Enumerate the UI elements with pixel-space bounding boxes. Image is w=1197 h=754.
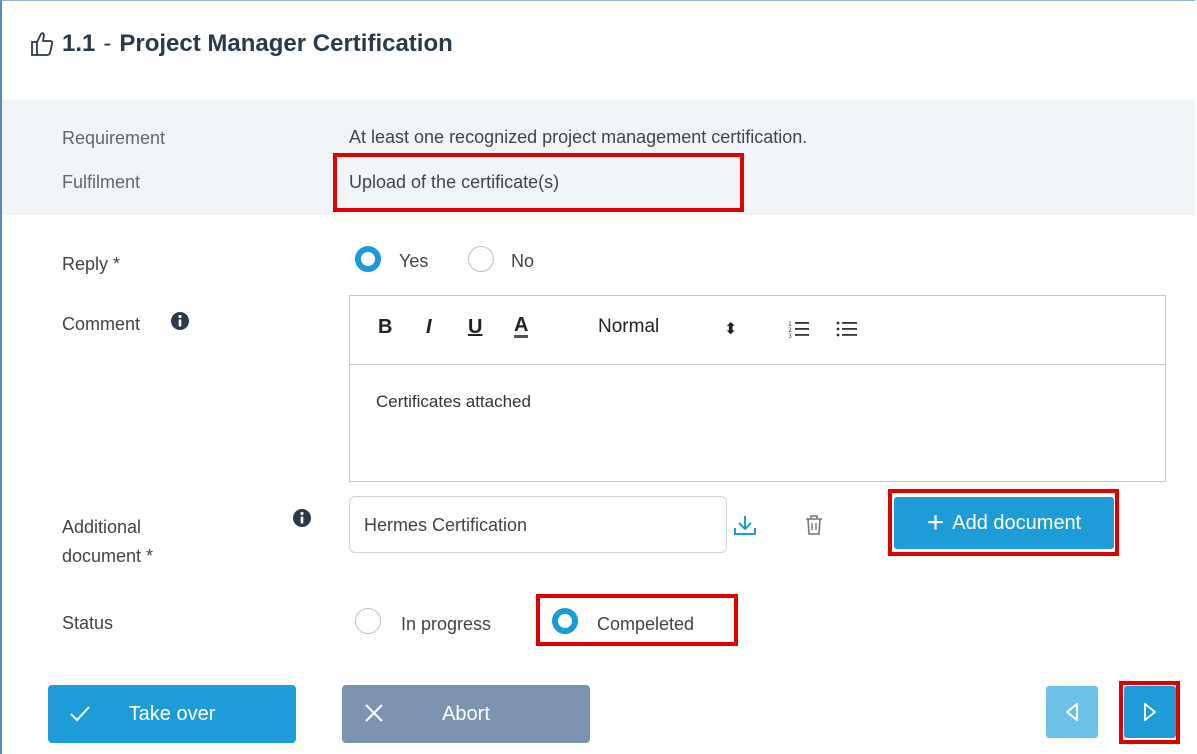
status-in-progress-radio[interactable] [355,608,381,634]
italic-button[interactable]: I [426,316,432,339]
requirement-value: At least one recognized project manageme… [349,127,808,147]
document-label-line1: Additional [62,517,142,537]
reply-yes-radio[interactable] [355,246,381,272]
download-icon[interactable] [733,513,757,537]
document-name-field[interactable]: Hermes Certification [349,496,727,553]
reply-no-label[interactable]: No [511,251,534,272]
previous-button[interactable] [1046,686,1098,738]
take-over-label: Take over [128,703,216,725]
thumbs-up-icon [31,32,54,56]
status-label: Status [62,613,114,633]
bullet-list-icon[interactable] [836,319,858,339]
trash-icon[interactable] [804,514,824,536]
editor-toolbar: B I U A Normal ⬍ 1 2 3 [350,296,1165,365]
reply-no-radio[interactable] [468,246,494,272]
page-title: 1.1 - Project Manager Certification [30,24,453,64]
item-title: Project Manager Certification [119,30,453,57]
comment-label: Comment [62,314,141,334]
abort-button[interactable]: Abort [342,685,590,743]
abort-label: Abort [442,703,490,725]
add-document-highlight [888,489,1119,556]
fulfilment-label: Fulfilment [62,172,141,192]
title-separator: - [103,30,112,57]
document-name-value[interactable]: Hermes Certification [364,515,527,536]
item-number: 1.1 [62,30,96,57]
document-info-icon[interactable] [292,508,312,528]
requirement-label: Requirement [62,128,166,148]
take-over-button[interactable]: Take over [48,685,296,743]
reply-yes-label[interactable]: Yes [399,251,428,272]
svg-text:3: 3 [788,333,792,339]
reply-label: Reply * [62,254,121,274]
format-select-arrow[interactable]: ⬍ [724,319,737,339]
info-icon[interactable] [170,311,190,331]
ordered-list-icon[interactable]: 1 2 3 [788,319,810,339]
status-highlight [536,594,738,646]
text-color-button[interactable]: A [514,315,529,338]
format-select[interactable]: Normal [598,316,659,338]
fulfilment-highlight [333,153,744,212]
underline-button[interactable]: U [468,316,482,339]
bold-button[interactable]: B [378,316,392,339]
next-highlight [1119,681,1180,744]
triangle-left-icon [1066,703,1078,721]
status-in-progress-label[interactable]: In progress [401,614,491,635]
document-label-line2: document * [62,546,154,566]
comment-editor[interactable]: B I U A Normal ⬍ 1 2 3 Certificates atta… [349,295,1166,482]
comment-text[interactable]: Certificates attached [376,392,531,412]
